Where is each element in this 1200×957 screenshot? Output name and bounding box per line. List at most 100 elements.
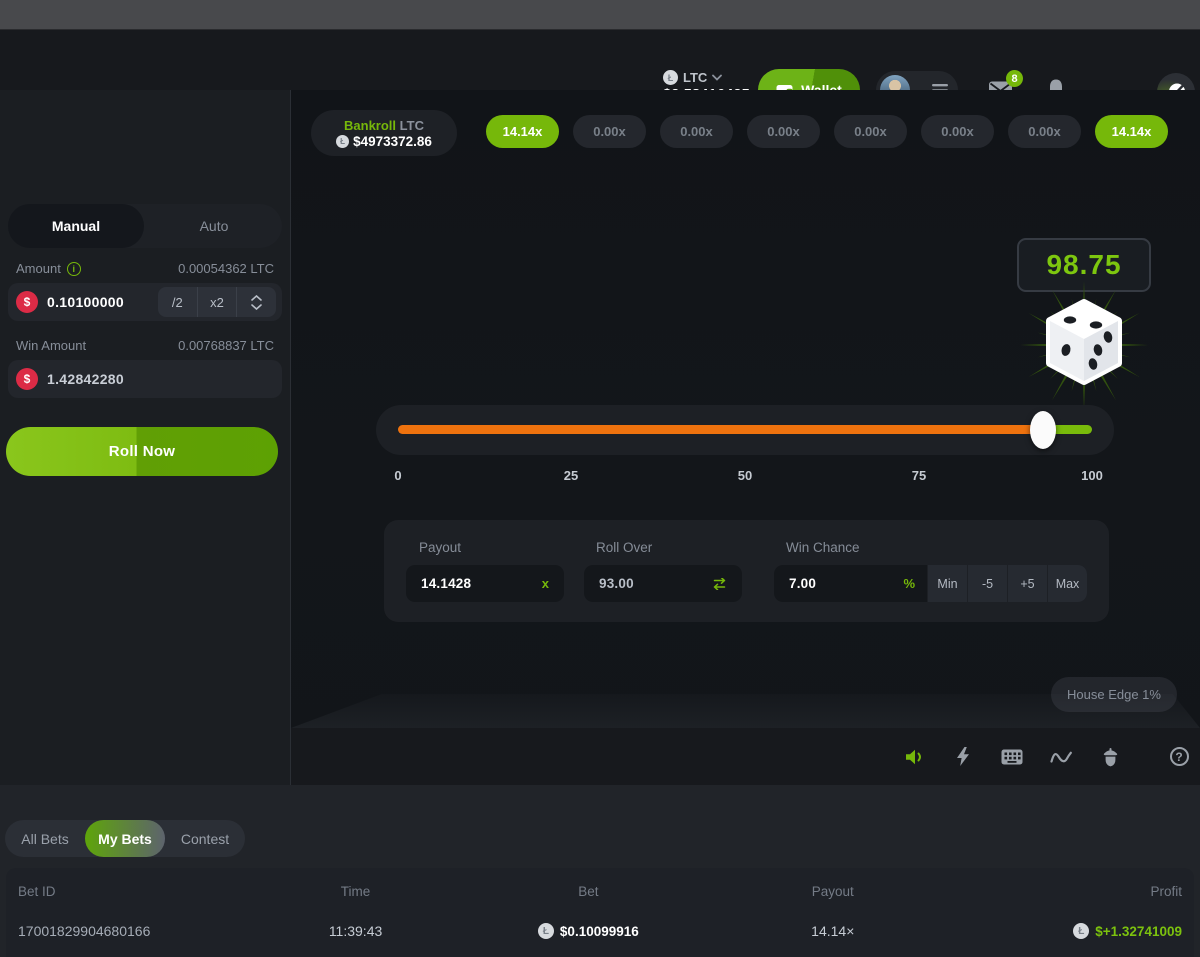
lightning-icon <box>956 747 970 766</box>
dice-game-app: Ł LTC $2.58416425 Wallet <box>0 0 1200 957</box>
roll-over-value: 93.00 <box>584 576 634 591</box>
win-amount-field: $ 1.42842280 <box>8 360 282 398</box>
multiplier-chip[interactable]: 14.14x <box>1095 115 1168 148</box>
multiplier-chip[interactable]: 0.00x <box>1008 115 1081 148</box>
dice-icon <box>1014 275 1154 415</box>
min-button[interactable]: Min <box>927 565 967 602</box>
bet-parameters-panel: Payout Roll Over Win Chance 14.1428 x 93… <box>384 520 1109 622</box>
roll-now-button[interactable]: Roll Now <box>6 427 278 476</box>
slider-ticks: 0 25 50 75 100 <box>376 468 1114 484</box>
table-row[interactable]: 17001829904680166 11:39:43 Ł $0.10099916… <box>18 923 1182 939</box>
win-chance-quick-buttons: Min -5 +5 Max <box>927 565 1087 602</box>
chevron-down-icon <box>712 74 722 81</box>
half-amount-button[interactable]: /2 <box>158 287 197 317</box>
keyboard-icon <box>1001 749 1023 765</box>
tab-my-bets[interactable]: My Bets <box>85 820 165 857</box>
window-titlebar <box>0 0 1200 30</box>
minus-5-button[interactable]: -5 <box>967 565 1007 602</box>
multiplier-history: 14.14x 0.00x 0.00x 0.00x 0.00x 0.00x 0.0… <box>486 115 1168 148</box>
ltc-coin-icon: Ł <box>663 70 678 85</box>
turbo-button[interactable] <box>952 746 974 768</box>
bet-payout-value: 14.14× <box>716 923 949 939</box>
payout-input[interactable]: 14.1428 x <box>406 565 564 602</box>
bets-section: All Bets My Bets Contest Bet ID Time Bet… <box>0 785 1200 957</box>
multiplier-chip[interactable]: 0.00x <box>660 115 733 148</box>
game-toolbar: ? <box>291 728 1200 785</box>
win-chance-input[interactable]: 7.00 % Min -5 +5 Max <box>774 565 1087 602</box>
swap-icon[interactable] <box>712 578 742 590</box>
bankroll-label: Bankroll <box>344 118 396 133</box>
bet-sidebar: Manual Auto Amount i 0.00054362 LTC $ 0.… <box>0 90 290 785</box>
win-chance-label: Win Chance <box>786 540 860 555</box>
tab-contest[interactable]: Contest <box>165 820 245 857</box>
tick-label: 50 <box>738 468 752 483</box>
sound-button[interactable] <box>903 746 925 768</box>
tab-auto[interactable]: Auto <box>146 204 282 248</box>
slider-track[interactable] <box>398 425 1092 434</box>
bet-time-value: 11:39:43 <box>251 923 461 939</box>
bet-profit-cell: Ł $+1.32741009 <box>949 923 1182 939</box>
tick-label: 100 <box>1081 468 1103 483</box>
tick-label: 0 <box>394 468 401 483</box>
bankroll-pill: Bankroll LTC Ł $4973372.86 <box>311 110 457 156</box>
win-amount-crypto-value: 0.00768837 LTC <box>178 338 274 353</box>
bet-amount-value: $0.10099916 <box>560 924 639 939</box>
ltc-coin-icon: Ł <box>1073 923 1089 939</box>
column-bet-id: Bet ID <box>18 884 251 899</box>
stepper-chevrons-icon <box>251 295 262 310</box>
dollar-icon: $ <box>16 291 38 313</box>
plus-5-button[interactable]: +5 <box>1007 565 1047 602</box>
multiplier-chip[interactable]: 0.00x <box>747 115 820 148</box>
dice-game-area: Bankroll LTC Ł $4973372.86 14.14x 0.00x … <box>290 90 1200 785</box>
amount-modifiers: /2 x2 <box>158 287 276 317</box>
hotkeys-button[interactable] <box>1001 746 1023 768</box>
win-amount-label: Win Amount <box>16 338 86 353</box>
tick-label: 25 <box>564 468 578 483</box>
multiplier-chip[interactable]: 0.00x <box>921 115 994 148</box>
bankroll-currency: LTC <box>400 118 424 133</box>
win-chance-suffix: % <box>903 576 927 591</box>
column-profit: Profit <box>949 884 1182 899</box>
messages-badge: 8 <box>1006 70 1023 87</box>
bet-id-value: 17001829904680166 <box>18 923 251 939</box>
info-icon[interactable]: i <box>67 262 81 276</box>
column-bet: Bet <box>460 884 716 899</box>
waveform-icon <box>1050 750 1072 764</box>
bets-table: Bet ID Time Bet Payout Profit 1700182990… <box>6 868 1194 957</box>
amount-stepper[interactable] <box>236 287 276 317</box>
double-amount-button[interactable]: x2 <box>197 287 237 317</box>
column-time: Time <box>251 884 461 899</box>
tick-label: 75 <box>912 468 926 483</box>
roll-over-label: Roll Over <box>596 540 652 555</box>
currency-code: LTC <box>683 70 707 85</box>
slider-thumb[interactable] <box>1030 411 1056 449</box>
seed-button[interactable] <box>1099 746 1121 768</box>
tab-all-bets[interactable]: All Bets <box>5 820 85 857</box>
bets-tabs: All Bets My Bets Contest <box>5 820 245 857</box>
ltc-coin-icon: Ł <box>538 923 554 939</box>
bet-mode-tabs: Manual Auto <box>8 204 282 248</box>
multiplier-chip[interactable]: 0.00x <box>834 115 907 148</box>
max-button[interactable]: Max <box>1047 565 1087 602</box>
bets-table-header: Bet ID Time Bet Payout Profit <box>18 868 1182 899</box>
help-button[interactable]: ? <box>1168 746 1190 768</box>
speaker-icon <box>904 748 924 766</box>
amount-value: 0.10100000 <box>47 294 124 310</box>
multiplier-chip[interactable]: 0.00x <box>573 115 646 148</box>
roll-slider[interactable] <box>376 405 1114 455</box>
bankroll-value: $4973372.86 <box>353 134 432 149</box>
question-mark-icon: ? <box>1170 747 1189 766</box>
amount-label: Amount <box>16 261 61 276</box>
amount-crypto-value: 0.00054362 LTC <box>178 261 274 276</box>
bet-amount-cell: Ł $0.10099916 <box>460 923 716 939</box>
tab-manual[interactable]: Manual <box>8 204 144 248</box>
roll-over-input[interactable]: 93.00 <box>584 565 742 602</box>
dollar-icon: $ <box>16 368 38 390</box>
payout-label: Payout <box>419 540 461 555</box>
header-bar: Ł LTC $2.58416425 Wallet <box>0 30 1200 90</box>
multiplier-chip[interactable]: 14.14x <box>486 115 559 148</box>
ltc-coin-icon: Ł <box>336 135 349 148</box>
amount-input[interactable]: $ 0.10100000 /2 x2 <box>8 283 282 321</box>
bet-profit-value: $+1.32741009 <box>1095 924 1182 939</box>
stats-button[interactable] <box>1050 746 1072 768</box>
